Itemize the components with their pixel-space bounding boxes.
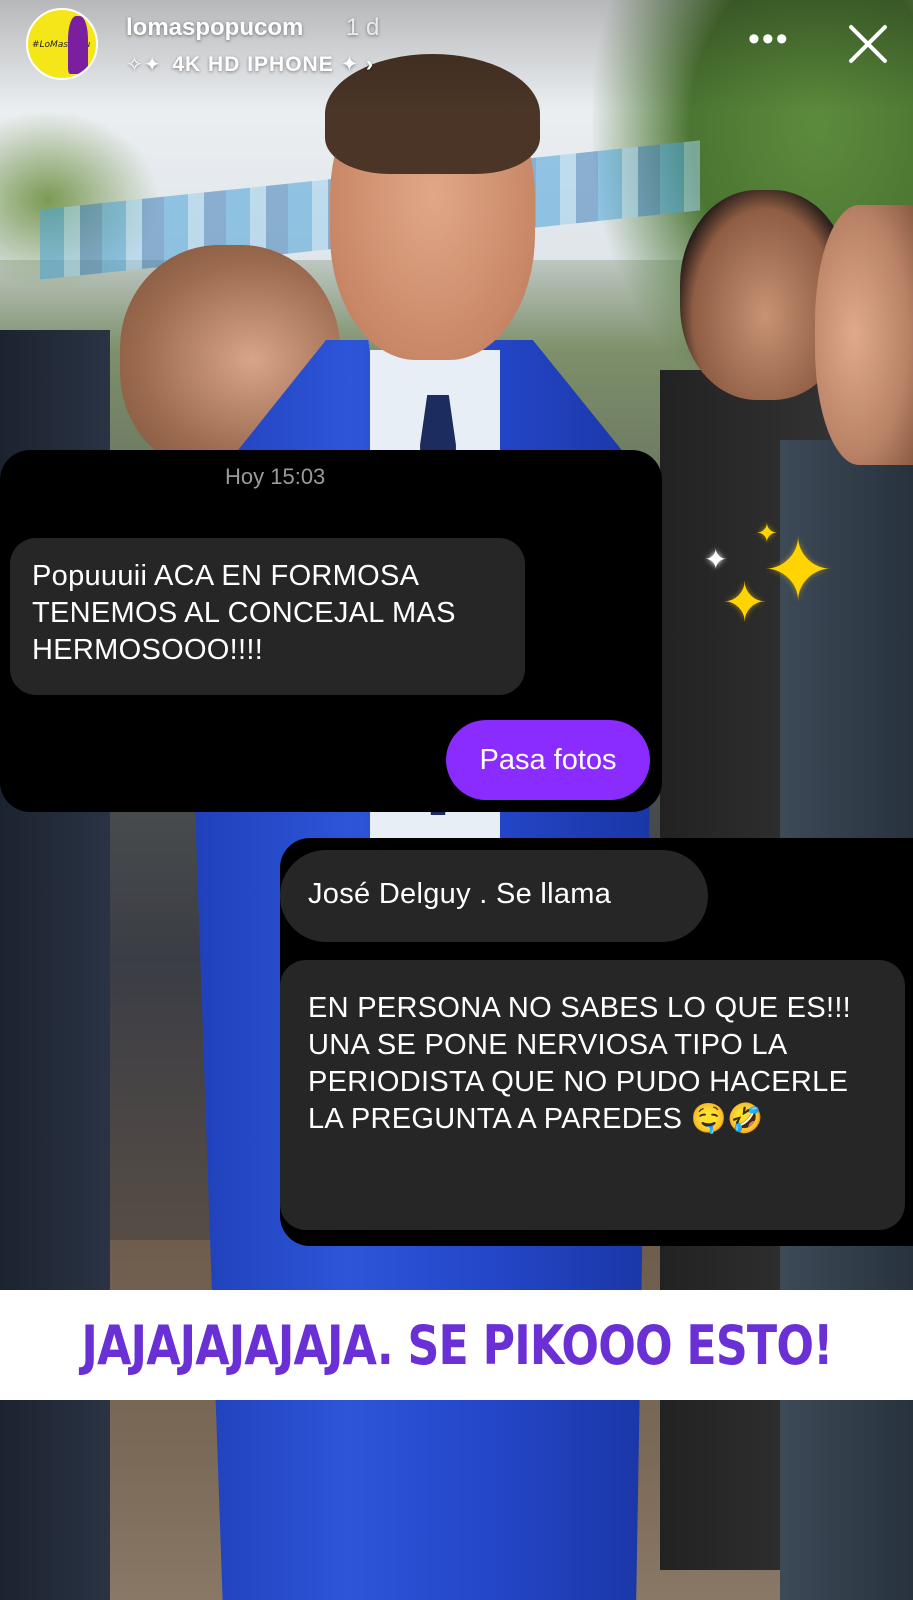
sent-message: Pasa fotos: [446, 720, 650, 800]
avatar-figure: [68, 16, 88, 74]
profile-avatar[interactable]: #LoMasPopu: [26, 8, 98, 80]
received-message: José Delguy . Se llama: [280, 850, 708, 942]
music-sparkle-icon: ✧✦: [126, 54, 162, 76]
music-title: 4K HD IPHONE: [172, 53, 334, 76]
received-message: Popuuuii ACA EN FORMOSA TENEMOS AL CONCE…: [10, 538, 525, 695]
username[interactable]: lomaspopucom: [126, 14, 303, 42]
caption-text: JAJAJAJAJAJA. SE PIKOOO ESTO!: [80, 1313, 833, 1377]
sparkle-icon: ✦: [722, 573, 768, 633]
sparkle-icon: ✦ ✦ ✦ ✦: [704, 520, 852, 658]
music-label[interactable]: ✧✦ 4K HD IPHONE ✦ ›: [126, 52, 374, 77]
sparkle-icon: ✦: [762, 523, 835, 619]
chat-screenshot-2: José Delguy . Se llama EN PERSONA NO SAB…: [280, 838, 913, 1246]
time-ago: 1 d: [346, 14, 380, 41]
caption-banner: JAJAJAJAJAJA. SE PIKOOO ESTO!: [0, 1290, 913, 1400]
close-icon[interactable]: [842, 18, 894, 70]
chat-timestamp: Hoy 15:03: [225, 464, 326, 489]
received-message: EN PERSONA NO SABES LO QUE ES!!! UNA SE …: [280, 960, 905, 1230]
person-background: [815, 205, 913, 465]
story-header: #LoMasPopu lomaspopucom 1 d ✧✦ 4K HD IPH…: [0, 0, 913, 110]
chat-screenshot-1: Hoy 15:03 Popuuuii ACA EN FORMOSA TENEMO…: [0, 450, 662, 812]
sparkle-icon: ✦: [704, 544, 728, 575]
more-options-icon[interactable]: •••: [748, 22, 790, 56]
music-sparkle-icon: ✦ ›: [340, 53, 374, 76]
